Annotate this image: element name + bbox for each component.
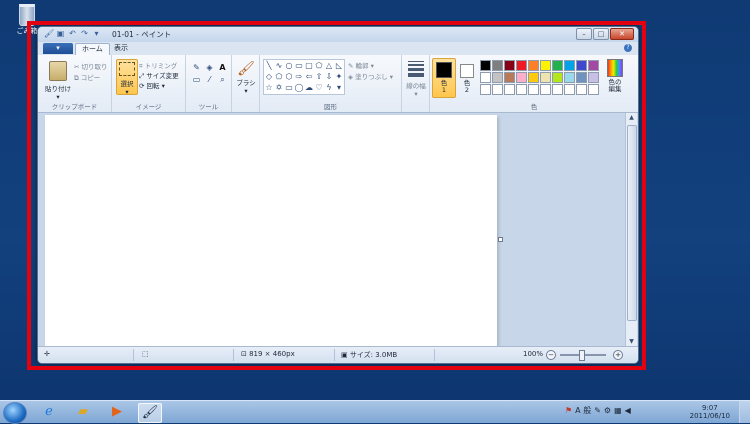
ime-mode-icon[interactable]: ⚙ — [604, 406, 611, 415]
system-tray: ⚑ A 般 ✎ ⚙ ▦ ◀ — [565, 405, 631, 416]
media-player-icon[interactable]: ▶ — [106, 403, 128, 421]
paint-taskbar-icon[interactable]: 🖌 — [138, 403, 162, 423]
flag-icon[interactable]: ⚑ — [565, 406, 572, 415]
clock-time: 9:07 — [701, 404, 718, 412]
clock-date: 2011/06/10 — [689, 412, 730, 420]
volume-icon[interactable]: ◀ — [625, 406, 631, 415]
ime-tool-icon[interactable]: ✎ — [594, 406, 601, 415]
network-icon[interactable]: ▦ — [614, 406, 622, 415]
clock[interactable]: 9:07 2011/06/10 — [690, 404, 730, 420]
explorer-folder-icon[interactable]: ▰ — [72, 403, 94, 421]
red-highlight-frame — [27, 21, 646, 370]
start-button[interactable] — [3, 402, 27, 424]
taskbar: ℯ ▰ ▶ 🖌 ⚑ A 般 ✎ ⚙ ▦ ◀ 9:07 2011/06/10 — [0, 400, 750, 424]
ime-indicator[interactable]: A 般 — [575, 405, 591, 416]
internet-explorer-icon[interactable]: ℯ — [38, 403, 60, 421]
show-desktop-button[interactable] — [739, 401, 750, 423]
